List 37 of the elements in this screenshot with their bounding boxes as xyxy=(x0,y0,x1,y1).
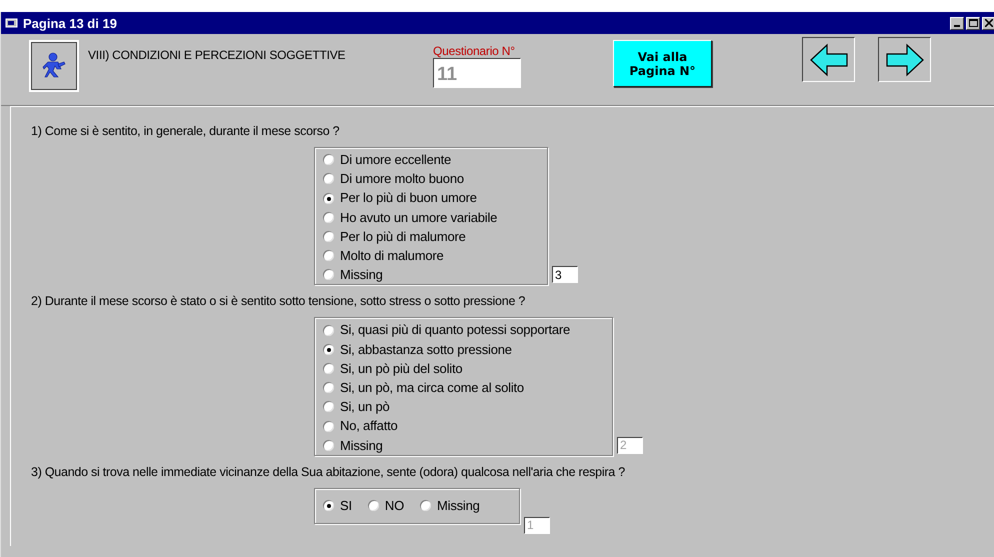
icon-button[interactable] xyxy=(29,40,79,92)
radio-button[interactable]: Per lo più di malumore xyxy=(323,226,539,246)
question-text: 3) Quando si trova nelle immediate vicinanze della Sua abitazione, sente (odora) qualcosa nell'aria che respira ? xyxy=(31,464,625,479)
next-page-button[interactable] xyxy=(878,37,931,82)
radio-button[interactable]: Missing xyxy=(420,494,480,517)
radio-button[interactable]: Si, abbastanza sotto pressione xyxy=(323,340,604,359)
radio-button[interactable]: Si, un pò più del solito xyxy=(323,358,604,378)
radio-button[interactable]: Si, un pò xyxy=(323,397,604,416)
figure-icon xyxy=(41,52,67,80)
maximize-button[interactable] xyxy=(966,16,980,30)
window-title: Pagina 13 di 19 xyxy=(23,16,118,30)
radio-button[interactable]: Molto di malumore xyxy=(323,246,539,266)
radio-button[interactable]: NO xyxy=(368,494,404,517)
right-arrow-icon xyxy=(884,42,924,76)
close-icon xyxy=(985,19,993,27)
radio-button[interactable]: Missing xyxy=(323,265,539,284)
app-icon xyxy=(5,17,19,29)
left-arrow-icon xyxy=(808,42,848,76)
field-label: Questionario N° xyxy=(433,44,516,58)
radio-button[interactable]: SI xyxy=(323,494,352,517)
maximize-icon xyxy=(968,19,978,27)
radio-button[interactable]: Per lo più di buon umore xyxy=(323,188,539,208)
previous-page-button[interactable] xyxy=(802,37,855,82)
answer-code-field[interactable]: 3 xyxy=(552,266,578,284)
question-text: 2) Durante il mese scorso è stato o si è sentito sotto tensione, sotto stress o sotto pressione ? xyxy=(31,294,526,308)
radio-button[interactable]: Di umore molto buono xyxy=(323,169,539,188)
radio-button[interactable]: Missing xyxy=(323,436,604,455)
question-text: 1) Come si è sentito, in generale, durante il mese scorso ? xyxy=(31,124,340,138)
radio-button[interactable]: Di umore eccellente xyxy=(323,150,539,170)
close-button[interactable] xyxy=(982,16,994,30)
radio-button[interactable]: No, affatto xyxy=(323,416,604,436)
section-title: VIII) CONDIZIONI E PERCEZIONI SOGGETTIVE xyxy=(88,48,346,62)
radio-button[interactable]: Si, un pò, ma circa come al solito xyxy=(323,378,604,398)
minimize-button[interactable] xyxy=(950,16,964,30)
radio-button[interactable]: Si, quasi più di quanto potessi sopportare xyxy=(323,320,604,340)
radio-button[interactable]: Ho avuto un umore variabile xyxy=(323,208,539,227)
goto-page-button[interactable]: Vai alla Pagina N° xyxy=(613,40,712,87)
